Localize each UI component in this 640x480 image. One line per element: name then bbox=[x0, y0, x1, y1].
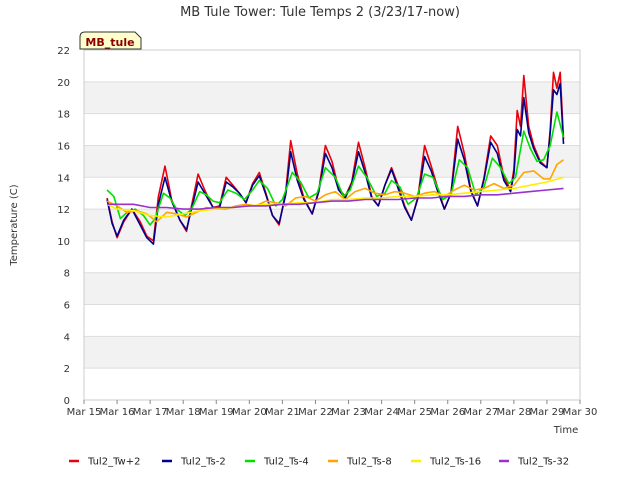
x-tick-label: Mar 18 bbox=[166, 407, 201, 418]
y-tick-label: 22 bbox=[57, 46, 70, 57]
x-tick-label: Mar 29 bbox=[530, 407, 565, 418]
x-tick-label: Mar 26 bbox=[430, 407, 465, 418]
x-axis: Mar 15Mar 16Mar 17Mar 18Mar 19Mar 20Mar … bbox=[67, 400, 598, 418]
legend-label: Tul2_Ts-2 bbox=[180, 457, 226, 468]
chart-stage: 0 2 4 6 8 10 12 14 16 18 20 22 Mar 15 Mar 16 Mar 17 Ma… bbox=[0, 0, 640, 480]
x-axis-label: Time bbox=[553, 425, 578, 436]
plot-band bbox=[84, 81, 580, 114]
y-tick-label: 14 bbox=[57, 173, 70, 184]
x-tick-label: Mar 24 bbox=[364, 407, 399, 418]
plot-band bbox=[84, 368, 580, 400]
badge-label: MB_tule bbox=[85, 36, 134, 49]
y-tick-label: 2 bbox=[64, 364, 70, 375]
station-badge: MB_tule bbox=[79, 31, 142, 50]
x-tick-label: Mar 19 bbox=[199, 407, 234, 418]
y-axis: 0 2 4 6 8 10 12 14 16 18 20 22 bbox=[57, 46, 70, 407]
plot-band bbox=[84, 209, 580, 241]
plot-background bbox=[84, 50, 580, 400]
x-tick-label: Mar 30 bbox=[563, 407, 598, 418]
x-tick-label: Mar 25 bbox=[397, 407, 432, 418]
y-tick-label: 10 bbox=[57, 237, 70, 248]
plot-band bbox=[84, 336, 580, 369]
y-tick-label: 20 bbox=[57, 78, 70, 89]
plot-band bbox=[84, 240, 580, 273]
y-tick-label: 6 bbox=[64, 301, 70, 312]
x-tick-label: Mar 28 bbox=[496, 407, 531, 418]
legend-label: Tul2_Ts-16 bbox=[429, 457, 481, 468]
y-tick-label: 4 bbox=[64, 332, 70, 343]
y-tick-label: 18 bbox=[57, 110, 70, 121]
legend-label: Tul2_Tw+2 bbox=[87, 457, 140, 468]
x-tick-label: Mar 17 bbox=[133, 407, 168, 418]
legend-label: Tul2_Ts-4 bbox=[263, 457, 309, 468]
plot-band bbox=[84, 113, 580, 146]
plot-band bbox=[84, 50, 580, 82]
chart-svg: 0246810121416182022 Mar 15Mar 16Mar 17Ma… bbox=[9, 5, 598, 468]
x-tick-label: Mar 27 bbox=[463, 407, 498, 418]
x-tick-label: Mar 15 bbox=[67, 407, 102, 418]
chart-title: MB Tule Tower: Tule Temps 2 (3/23/17-now… bbox=[180, 5, 460, 20]
x-tick-label: Mar 22 bbox=[298, 407, 333, 418]
y-tick-label: 16 bbox=[57, 141, 70, 152]
plot-band bbox=[84, 272, 580, 305]
legend-label: Tul2_Ts-32 bbox=[517, 457, 569, 468]
legend: Tul2_Tw+2 Tul2_Ts-2 Tul2_Ts-4 Tul2_Ts-8 Tul2… bbox=[69, 457, 569, 468]
x-tick-label: Mar 16 bbox=[100, 407, 135, 418]
y-tick-label: 8 bbox=[64, 269, 70, 280]
y-axis-label: Temperature (C) bbox=[9, 184, 20, 266]
x-tick-label: Mar 21 bbox=[265, 407, 300, 418]
x-tick-label: Mar 20 bbox=[232, 407, 267, 418]
y-tick-label: 0 bbox=[64, 396, 70, 407]
y-tick-label: 12 bbox=[57, 205, 70, 216]
legend-label: Tul2_Ts-8 bbox=[346, 457, 392, 468]
x-tick-label: Mar 23 bbox=[331, 407, 366, 418]
plot-band bbox=[84, 304, 580, 337]
